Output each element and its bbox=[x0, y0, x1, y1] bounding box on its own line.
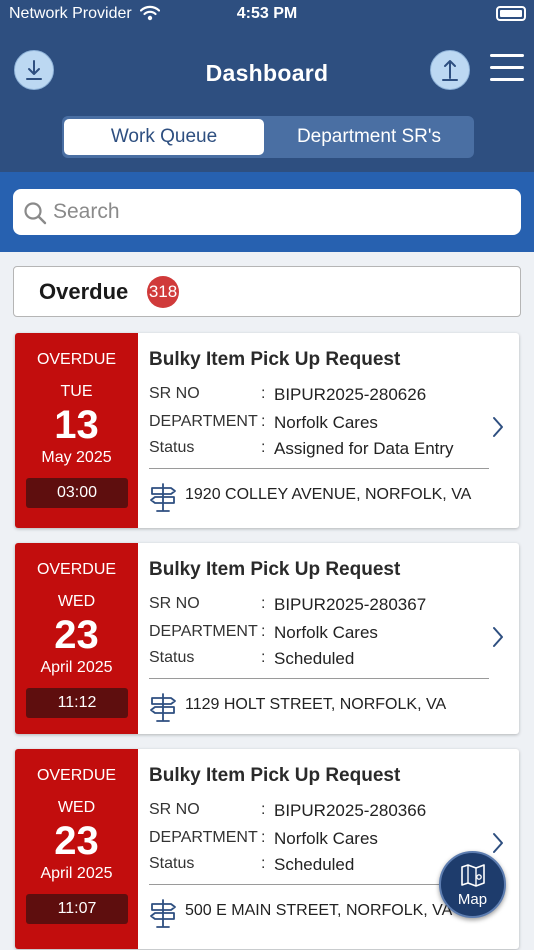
signpost-icon bbox=[150, 483, 176, 512]
month-year: April 2025 bbox=[40, 865, 113, 882]
due-date-panel: OVERDUE WED 23 April 2025 11:12 bbox=[15, 543, 138, 734]
tab-work-queue[interactable]: Work Queue bbox=[64, 119, 264, 155]
tab-department-srs[interactable]: Department SR's bbox=[266, 119, 472, 155]
address: 1920 COLLEY AVENUE, NORFOLK, VA bbox=[185, 486, 472, 503]
overdue-section: Overdue 318 bbox=[0, 252, 534, 332]
status-label: Status bbox=[149, 649, 195, 666]
chevron-right-icon[interactable] bbox=[491, 625, 505, 649]
status-value: Scheduled bbox=[274, 855, 355, 874]
app-header: Network Provider 4:53 PM Dashboard Work … bbox=[0, 0, 534, 172]
service-request-card[interactable]: OVERDUE TUE 13 May 2025 03:00 Bulky Item… bbox=[15, 333, 519, 528]
department-label: DEPARTMENT bbox=[149, 829, 258, 846]
day-number: 23 bbox=[54, 613, 99, 657]
request-title: Bulky Item Pick Up Request bbox=[149, 349, 401, 370]
sr-no-value: BIPUR2025-280367 bbox=[274, 595, 427, 614]
status-bar: Network Provider 4:53 PM bbox=[0, 0, 534, 30]
status-value: Assigned for Data Entry bbox=[274, 439, 454, 458]
overdue-flag: OVERDUE bbox=[36, 767, 117, 784]
search-input[interactable] bbox=[53, 197, 503, 227]
sr-no-label: SR NO bbox=[149, 801, 200, 818]
chevron-right-icon[interactable] bbox=[491, 831, 505, 855]
request-title: Bulky Item Pick Up Request bbox=[149, 765, 401, 786]
status-label: Status bbox=[149, 439, 195, 456]
divider bbox=[149, 678, 489, 679]
separator: : bbox=[261, 413, 266, 430]
map-icon bbox=[461, 864, 485, 887]
weekday: WED bbox=[57, 799, 96, 816]
day-number: 23 bbox=[54, 819, 99, 863]
department-value: Norfolk Cares bbox=[274, 623, 378, 642]
map-label: Map bbox=[457, 891, 488, 908]
overdue-flag: OVERDUE bbox=[36, 351, 117, 368]
due-date-panel: OVERDUE WED 23 April 2025 11:07 bbox=[15, 749, 138, 949]
sr-no-label: SR NO bbox=[149, 385, 200, 402]
service-request-card[interactable]: OVERDUE WED 23 April 2025 11:12 Bulky It… bbox=[15, 543, 519, 734]
due-time: 11:12 bbox=[26, 688, 128, 718]
divider bbox=[149, 468, 489, 469]
separator: : bbox=[261, 595, 266, 612]
signpost-icon bbox=[150, 899, 176, 928]
request-details: Bulky Item Pick Up Request SR NO : BIPUR… bbox=[149, 543, 519, 734]
status-value: Scheduled bbox=[274, 649, 355, 668]
department-value: Norfolk Cares bbox=[274, 413, 378, 432]
divider bbox=[149, 884, 489, 885]
separator: : bbox=[261, 801, 266, 818]
battery-icon bbox=[496, 6, 526, 21]
search-icon bbox=[24, 202, 47, 225]
separator: : bbox=[261, 855, 266, 872]
status-label: Status bbox=[149, 855, 195, 872]
separator: : bbox=[261, 649, 266, 666]
hamburger-menu-icon[interactable] bbox=[490, 54, 524, 84]
month-year: May 2025 bbox=[41, 449, 112, 466]
upload-button[interactable] bbox=[430, 50, 470, 90]
department-label: DEPARTMENT bbox=[149, 413, 258, 430]
weekday: TUE bbox=[60, 383, 93, 400]
separator: : bbox=[261, 829, 266, 846]
separator: : bbox=[261, 439, 266, 456]
weekday: WED bbox=[57, 593, 96, 610]
overdue-header[interactable]: Overdue 318 bbox=[13, 266, 521, 317]
request-title: Bulky Item Pick Up Request bbox=[149, 559, 401, 580]
month-year: April 2025 bbox=[40, 659, 113, 676]
due-time: 11:07 bbox=[26, 894, 128, 924]
due-date-panel: OVERDUE TUE 13 May 2025 03:00 bbox=[15, 333, 138, 528]
signpost-icon bbox=[150, 693, 176, 722]
map-button[interactable]: Map bbox=[439, 851, 506, 918]
clock: 4:53 PM bbox=[236, 5, 298, 22]
overdue-count-badge: 318 bbox=[147, 276, 179, 308]
day-number: 13 bbox=[54, 403, 99, 447]
search-field[interactable] bbox=[13, 189, 521, 235]
separator: : bbox=[261, 385, 266, 402]
upload-icon bbox=[442, 60, 458, 81]
request-details: Bulky Item Pick Up Request SR NO : BIPUR… bbox=[149, 333, 519, 528]
address: 1129 HOLT STREET, NORFOLK, VA bbox=[185, 696, 447, 713]
search-bar bbox=[0, 172, 534, 252]
service-request-card[interactable]: OVERDUE WED 23 April 2025 11:07 Bulky It… bbox=[15, 749, 519, 949]
separator: : bbox=[261, 623, 266, 640]
sr-no-value: BIPUR2025-280626 bbox=[274, 385, 427, 404]
overdue-label: Overdue bbox=[39, 279, 129, 304]
chevron-right-icon[interactable] bbox=[491, 415, 505, 439]
sr-no-value: BIPUR2025-280366 bbox=[274, 801, 427, 820]
address: 500 E MAIN STREET, NORFOLK, VA bbox=[185, 902, 453, 919]
department-label: DEPARTMENT bbox=[149, 623, 258, 640]
queue-tabs: Work Queue Department SR's bbox=[62, 116, 474, 158]
due-time: 03:00 bbox=[26, 478, 128, 508]
department-value: Norfolk Cares bbox=[274, 829, 378, 848]
sr-no-label: SR NO bbox=[149, 595, 200, 612]
overdue-flag: OVERDUE bbox=[36, 561, 117, 578]
request-details: Bulky Item Pick Up Request SR NO : BIPUR… bbox=[149, 749, 519, 949]
